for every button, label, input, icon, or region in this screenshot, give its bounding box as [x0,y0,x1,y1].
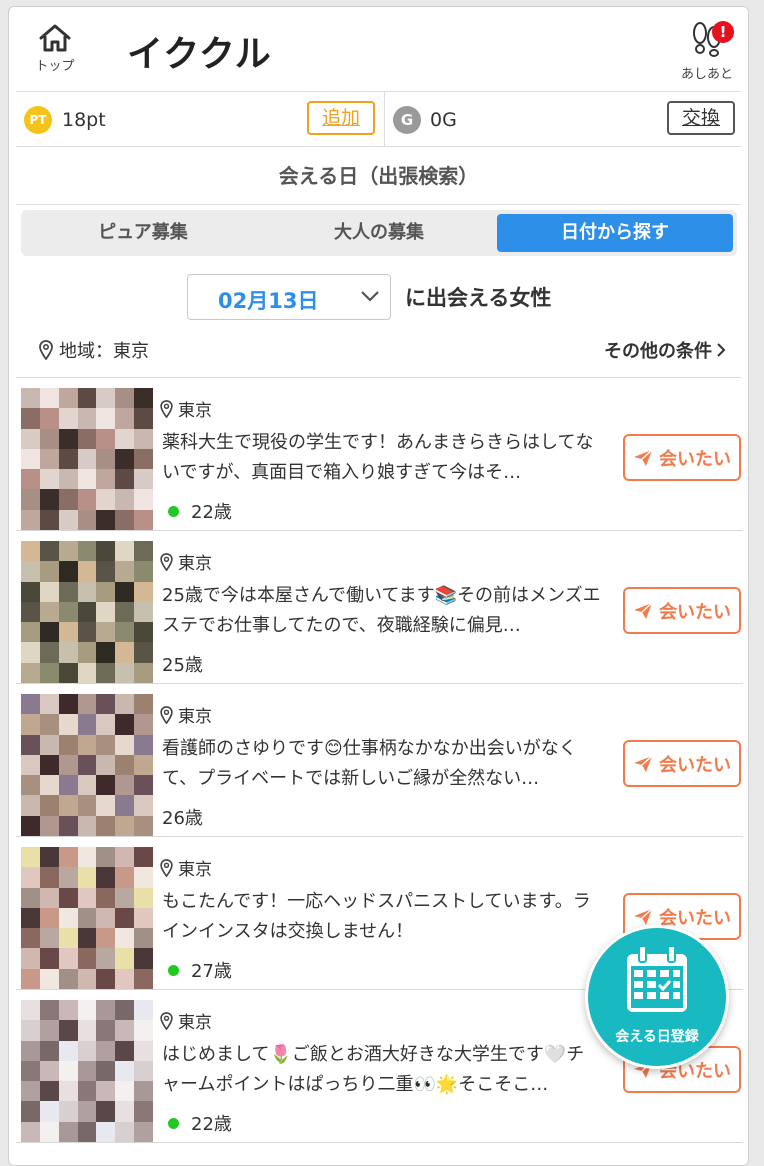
tab-pure[interactable]: ピュア募集 [25,214,261,252]
profile-thumbnail[interactable] [21,388,153,530]
item-age-text: 26歳 [162,808,203,829]
app-title: イククル [127,34,272,75]
home-button[interactable]: トップ [27,23,83,74]
chevron-right-icon [717,343,726,357]
location-pin-icon [160,705,173,724]
other-conditions-label: その他の条件 [604,341,712,362]
divider [384,92,385,146]
home-icon [39,24,71,52]
location-pin-icon [160,552,173,571]
g-balance: 0G [430,109,457,131]
tab-bar: ピュア募集 大人の募集 日付から探す [21,210,737,256]
paper-plane-icon [634,754,653,772]
want-to-meet-label: 会いたい [659,754,731,776]
home-label: トップ [35,59,75,74]
list-item[interactable]: 東京薬科大生で現役の学生です！あんまきらきらはしてないですが、真面目で箱入り娘す… [16,378,743,531]
online-status-dot [168,505,179,517]
item-message: 看護師のさゆりです😊仕事柄なかなか出会いがなくて、プライベートでは新しいご縁が全… [162,738,577,789]
want-to-meet-button[interactable]: 会いたい [623,434,741,481]
item-age-text: 22歳 [191,502,232,523]
want-to-meet-button[interactable]: 会いたい [623,587,741,634]
item-message: 25歳で今は本屋さんで働いてます📚その前はメンズエステでお仕事してたので、夜職経… [162,585,601,636]
fab-label: 会える日登録 [615,1029,699,1045]
register-available-day-button[interactable]: 会える日登録 [585,925,729,1069]
exchange-button[interactable]: 交換 [667,101,735,135]
item-location-text: 東京 [178,554,212,574]
item-location: 東京 [160,1008,212,1033]
ashiato-button[interactable]: あしあと ! [676,21,738,82]
calendar-icon [627,945,687,1012]
item-location: 東京 [160,549,212,574]
profile-thumbnail[interactable] [21,1000,153,1142]
point-coin-icon: PT [24,106,52,134]
online-status-dot [168,1117,179,1129]
want-to-meet-button[interactable]: 会いたい [623,740,741,787]
g-coin-icon: G [393,106,421,134]
header: トップ イククル あしあと ! [9,7,748,91]
item-location-text: 東京 [178,860,212,880]
tab-by-date[interactable]: 日付から探す [497,214,733,252]
list-item[interactable]: 東京看護師のさゆりです😊仕事柄なかなか出会いがなくて、プライベートでは新しいご縁… [16,684,743,837]
tab-adult[interactable]: 大人の募集 [261,214,497,252]
chevron-down-icon [361,291,379,302]
add-points-button[interactable]: 追加 [307,101,375,135]
item-age-text: 22歳 [191,1114,232,1135]
item-location-text: 東京 [178,707,212,727]
date-select[interactable]: 02月13日 [187,274,391,320]
profile-thumbnail[interactable] [21,847,153,989]
item-message: 薬科大生で現役の学生です！あんまきらきらはしてないですが、真面目で箱入り娘すぎて… [162,432,594,483]
list-item[interactable]: 東京 25歳で今は本屋さんで働いてます📚その前はメンズエステでお仕事してたので、夜… [16,531,743,684]
online-status-dot [168,964,179,976]
location-pin-icon [160,858,173,877]
item-location-text: 東京 [178,401,212,421]
profile-thumbnail[interactable] [21,541,153,683]
want-to-meet-label: 会いたい [659,601,731,623]
area-label: 地域：東京 [59,341,149,362]
item-message: もこたんです！一応ヘッドスパニストしています。ラインインスタは交換しません！ [162,891,591,942]
ashiato-label: あしあと [680,67,733,82]
item-location: 東京 [160,396,212,421]
item-age: 26歳 [162,804,203,830]
page-title: 会える日（出張検索） [16,148,741,205]
profile-thumbnail[interactable] [21,694,153,836]
paper-plane-icon [634,448,653,466]
item-location: 東京 [160,702,212,727]
notification-badge: ! [712,21,734,43]
other-conditions-link[interactable]: その他の条件 [604,337,726,363]
item-age: 22歳 [168,498,232,524]
paper-plane-icon [634,907,653,925]
paper-plane-icon [634,601,653,619]
date-suffix-label: に出会える女性 [405,286,552,310]
item-age: 27歳 [168,957,232,983]
item-location-text: 東京 [178,1013,212,1033]
point-balance: 18pt [62,109,106,131]
item-age: 25歳 [162,651,203,677]
item-age-text: 27歳 [191,961,232,982]
date-select-value: 02月13日 [218,289,319,313]
app-frame: トップ イククル あしあと ! PT 18pt 追加 G 0G 交換 会える日（… [8,6,749,1166]
item-location: 東京 [160,855,212,880]
want-to-meet-label: 会いたい [659,448,731,470]
location-pin-icon [160,399,173,418]
item-age: 22歳 [168,1110,232,1136]
item-age-text: 25歳 [162,655,203,676]
points-bar: PT 18pt 追加 G 0G 交換 [16,91,741,147]
location-pin-icon [160,1011,173,1030]
location-pin-icon [39,340,53,360]
area-filter[interactable]: 地域：東京 [39,337,149,363]
item-message: はじめまして🌷ご飯とお酒大好きな大学生です🤍チャームポイントはぱっちり二重👀🌟そ… [162,1044,585,1095]
